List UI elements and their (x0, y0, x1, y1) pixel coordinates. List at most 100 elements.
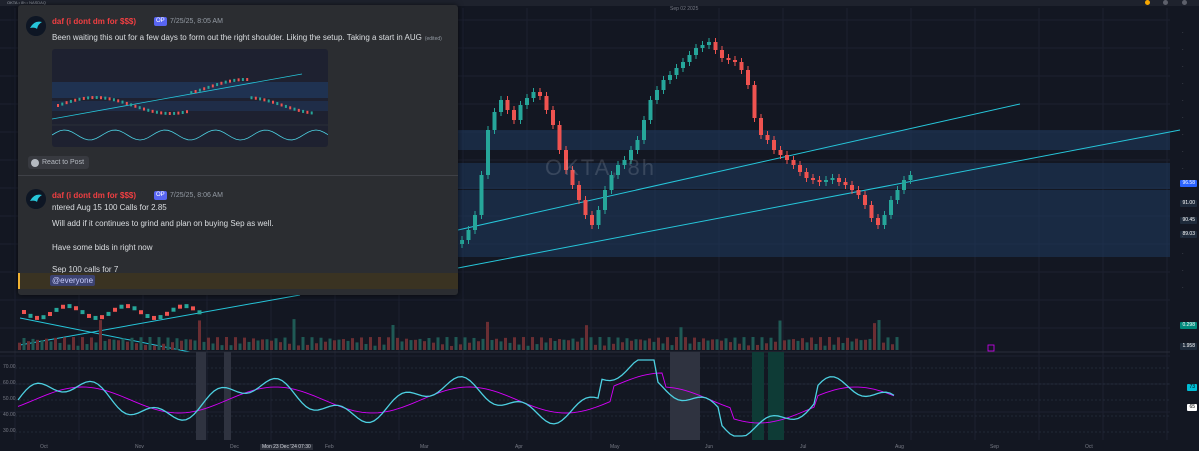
candle (139, 310, 143, 315)
volume-bar (679, 327, 683, 350)
price-axis-tick: · (1182, 30, 1184, 36)
volume-bar (454, 337, 458, 350)
volume-bar (445, 337, 449, 350)
mini-candle (229, 79, 231, 83)
candle (67, 304, 72, 309)
mini-candle (125, 101, 128, 105)
volume-bar (531, 337, 534, 350)
volume-bar (508, 342, 512, 350)
user-avatar[interactable] (26, 16, 46, 36)
candle (158, 315, 163, 320)
mini-candle (233, 78, 236, 82)
candle (113, 307, 117, 312)
mini-candle (100, 96, 102, 100)
candle (733, 60, 737, 62)
price-axis-tick: · (1182, 217, 1184, 223)
volume-bar (279, 342, 282, 350)
volume-bar (810, 337, 813, 350)
volume-bar (792, 339, 795, 350)
volume-bar (157, 337, 161, 350)
react-to-post-button[interactable]: React to Post (28, 156, 90, 169)
volume-bar (108, 339, 111, 350)
candle (739, 62, 744, 70)
chart-screenshot-attachment[interactable] (52, 49, 328, 147)
osc-axis-label: 50.00 (3, 396, 16, 402)
mini-candle (91, 96, 94, 100)
price-axis-tick: · (1182, 132, 1184, 138)
candle (863, 195, 867, 205)
everyone-mention[interactable]: @everyone (50, 275, 96, 286)
volume-bar (369, 337, 372, 350)
candle (28, 313, 33, 318)
candle (700, 45, 705, 48)
volume-bar (459, 344, 462, 350)
date-top-label: Sep 02 2025 (670, 6, 699, 12)
osc-axis-label: 30.00 (3, 428, 16, 434)
user-avatar[interactable] (26, 189, 46, 209)
volume-bar (414, 339, 417, 350)
volume-bar (301, 337, 305, 350)
volume-bar (153, 345, 156, 350)
support-zone (458, 190, 1170, 212)
volume-bar (855, 338, 858, 350)
volume-bar (292, 319, 296, 350)
volume-bar (441, 344, 444, 350)
candle (759, 118, 763, 135)
volume-bar (747, 345, 750, 350)
discord-message-overlay: daf (i dont dm for $$$) OP 7/25/25, 8:05… (18, 5, 458, 295)
candle (648, 100, 653, 120)
mini-candle (155, 110, 158, 114)
volume-bar (171, 342, 174, 350)
username[interactable]: daf (i dont dm for $$$) (52, 17, 136, 26)
volume-bar (274, 338, 278, 350)
candle (93, 315, 98, 320)
volume-bar (270, 340, 273, 350)
volume-bar (234, 337, 237, 350)
mini-candle (168, 111, 171, 115)
volume-bar (418, 338, 422, 350)
price-axis-tick: · (1182, 234, 1184, 240)
mini-candle (267, 99, 270, 103)
volume-bar (706, 340, 710, 350)
volume-bar (891, 344, 894, 350)
candle (817, 180, 822, 182)
mini-candle (177, 111, 180, 115)
username[interactable]: daf (i dont dm for $$$) (52, 191, 136, 200)
volume-bar (117, 340, 120, 350)
candle (635, 140, 640, 150)
time-axis-label: Jun (705, 444, 714, 450)
support-zone (458, 130, 1170, 150)
volume-bar (387, 337, 390, 350)
mini-candle (220, 81, 223, 85)
alert-icon[interactable] (1145, 0, 1150, 5)
volume-bar (783, 340, 786, 350)
candle (191, 306, 195, 311)
time-axis-label: Apr (515, 444, 523, 450)
volume-bar (85, 344, 89, 350)
volume-bar (499, 341, 503, 350)
volume-bar (81, 337, 84, 350)
price-axis-tick: · (1182, 200, 1184, 206)
candle (473, 215, 477, 230)
settings-icon[interactable] (1163, 0, 1168, 5)
volume-bar (661, 343, 665, 350)
volume-bar (490, 340, 494, 350)
mini-candle (117, 99, 120, 103)
volume-bar (261, 339, 264, 350)
mini-candle (198, 88, 201, 92)
volume-bar (423, 341, 426, 350)
divider (18, 175, 458, 176)
mini-candle (57, 104, 59, 107)
volume-bar (504, 337, 507, 350)
volume-bar (535, 344, 539, 350)
candle (61, 304, 65, 309)
mini-candle (263, 98, 266, 102)
volume-bar (864, 339, 867, 350)
mini-candle (160, 111, 163, 115)
candle (132, 306, 137, 311)
volume-bar (148, 337, 152, 350)
mini-candle (190, 91, 193, 95)
volume-bar (166, 337, 170, 350)
volume-bar (432, 342, 435, 350)
camera-icon[interactable] (1182, 0, 1187, 5)
